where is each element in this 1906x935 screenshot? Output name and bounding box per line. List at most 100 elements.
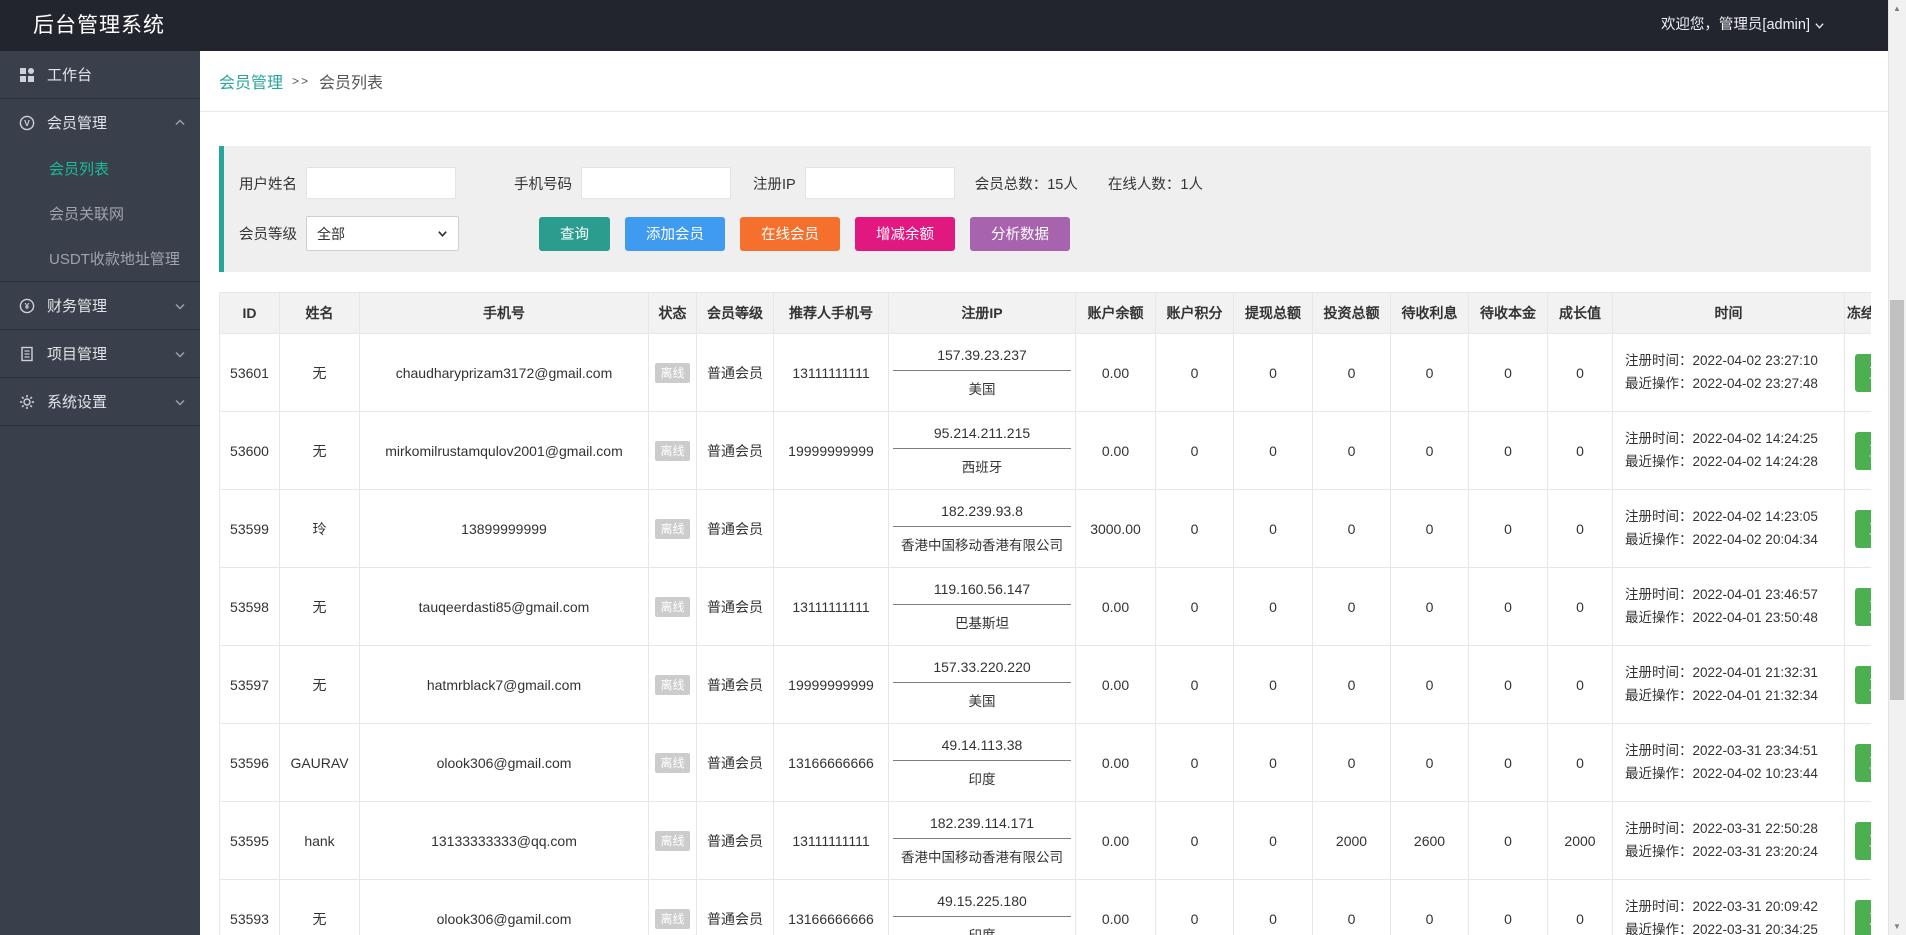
sidebar-item-label: 会员管理 (47, 115, 108, 132)
sidebar-item-system-settings[interactable]: 系统设置 (0, 378, 200, 425)
sidebar-item-project-management[interactable]: 项目管理 (0, 330, 200, 377)
phone-input[interactable] (581, 167, 731, 199)
cell-withdrawal-total: 0 (1233, 645, 1313, 724)
cell-phone: tauqeerdasti85@gmail.com (359, 567, 649, 646)
status-action-button[interactable]: 正常 (1855, 899, 1871, 935)
status-action-button[interactable]: 正常 (1855, 353, 1871, 392)
last-operation-value: 2022-04-02 20:04:34 (1692, 531, 1818, 547)
column-header-9: 账户积分 (1155, 292, 1234, 334)
sidebar-item-member-network[interactable]: 会员关联网 (0, 191, 200, 236)
status-action-button[interactable]: 正常 (1855, 665, 1871, 704)
ip-link[interactable]: 157.39.23.237 (893, 347, 1071, 371)
cell-withdrawal-total: 0 (1233, 333, 1313, 412)
chevron-down-icon (1815, 23, 1824, 29)
register-time-label: 注册时间： (1625, 898, 1693, 914)
online-count-stat: 在线人数：1人 (1107, 176, 1203, 193)
cell-points: 0 (1155, 645, 1234, 724)
cell-pending-interest: 0 (1390, 879, 1469, 935)
sidebar-item-usdt-address[interactable]: USDT收款地址管理 (0, 236, 200, 281)
cell-name: 无 (279, 567, 360, 646)
cell-growth: 2000 (1547, 801, 1613, 880)
cell-balance: 0.00 (1075, 801, 1156, 880)
member-level-select[interactable]: 全部 (306, 216, 459, 251)
cell-phone: mirkomilrustamqulov2001@gmail.com (359, 411, 649, 490)
cell-frozen-action: 正常 (1844, 333, 1871, 412)
username-input[interactable] (306, 167, 456, 199)
cell-growth: 0 (1547, 645, 1613, 724)
ip-location: 印度 (968, 772, 996, 787)
column-header-10: 提现总额 (1233, 292, 1313, 334)
sidebar-item-member-management[interactable]: V 会员管理 (0, 99, 200, 146)
register-time-value: 2022-04-02 14:23:05 (1692, 508, 1818, 524)
ip-link[interactable]: 119.160.56.147 (893, 581, 1071, 605)
cell-frozen-action: 正常 (1844, 489, 1871, 568)
member-total-stat: 会员总数：15人 (974, 176, 1078, 193)
table-row: 53598 无 tauqeerdasti85@gmail.com 离线 普通会员… (219, 567, 1871, 646)
cell-phone: olook306@gmail.com (359, 723, 649, 802)
cell-withdrawal-total: 0 (1233, 489, 1313, 568)
register-ip-input[interactable] (804, 167, 955, 199)
ip-link[interactable]: 49.14.113.38 (893, 737, 1071, 761)
add-member-button[interactable]: 添加会员 (625, 216, 725, 251)
project-icon (18, 346, 36, 362)
chevron-down-icon (174, 300, 186, 312)
register-time-label: 注册时间： (1625, 586, 1693, 602)
filter-buttons: 查询 添加会员 在线会员 增减余额 分析数据 (539, 216, 1070, 251)
last-operation-value: 2022-04-02 14:24:28 (1692, 453, 1818, 469)
sidebar-subitem-label: 会员列表 (49, 161, 110, 178)
cell-id: 53597 (219, 645, 280, 724)
online-members-button[interactable]: 在线会员 (740, 216, 840, 251)
column-header-15: 时间 (1612, 292, 1845, 334)
last-operation-label: 最近操作： (1625, 843, 1693, 859)
analyze-data-button[interactable]: 分析数据 (970, 216, 1070, 251)
ip-link[interactable]: 95.214.211.215 (893, 425, 1071, 449)
sidebar-item-finance-management[interactable]: ¥ 财务管理 (0, 282, 200, 329)
cell-frozen-action: 正常 (1844, 879, 1871, 935)
breadcrumb-section-link[interactable]: 会员管理 (219, 69, 283, 93)
adjust-balance-button[interactable]: 增减余额 (855, 216, 955, 251)
sidebar-item-workbench[interactable]: 工作台 (0, 51, 200, 98)
status-action-button[interactable]: 正常 (1855, 587, 1871, 626)
column-header-8: 账户余额 (1075, 292, 1156, 334)
cell-withdrawal-total: 0 (1233, 411, 1313, 490)
vertical-scrollbar[interactable]: ▲ ▼ (1888, 0, 1906, 935)
cell-name: 无 (279, 645, 360, 724)
table-row: 53597 无 hatmrblack7@gmail.com 离线 普通会员 19… (219, 645, 1871, 724)
cell-points: 0 (1155, 723, 1234, 802)
cell-pending-interest: 0 (1390, 489, 1469, 568)
cell-frozen-action: 正常 (1844, 801, 1871, 880)
cell-pending-interest: 0 (1390, 723, 1469, 802)
register-time-value: 2022-03-31 20:09:42 (1692, 898, 1818, 914)
cell-referrer (773, 489, 889, 568)
scrollbar-down-arrow[interactable]: ▼ (1889, 918, 1905, 935)
cell-withdrawal-total: 0 (1233, 723, 1313, 802)
cell-referrer: 13111111111 (773, 801, 889, 880)
scrollbar-thumb[interactable] (1890, 300, 1904, 700)
status-action-button[interactable]: 正常 (1855, 743, 1871, 782)
cell-level: 普通会员 (696, 333, 774, 412)
sidebar-item-member-list[interactable]: 会员列表 (0, 146, 200, 191)
ip-link[interactable]: 49.15.225.180 (893, 893, 1071, 917)
cell-status: 离线 (648, 333, 697, 412)
ip-link[interactable]: 157.33.220.220 (893, 659, 1071, 683)
status-action-button[interactable]: 正常 (1855, 509, 1871, 548)
status-action-button[interactable]: 正常 (1855, 431, 1871, 470)
cell-id: 53600 (219, 411, 280, 490)
sidebar-item-label: 项目管理 (47, 346, 108, 363)
ip-location: 美国 (968, 694, 996, 709)
breadcrumb-page: 会员列表 (319, 75, 384, 92)
query-button[interactable]: 查询 (539, 216, 610, 251)
cell-referrer: 13111111111 (773, 567, 889, 646)
chevron-up-icon (174, 117, 186, 129)
ip-link[interactable]: 182.239.93.8 (893, 503, 1071, 527)
status-action-button[interactable]: 正常 (1855, 821, 1871, 860)
scrollbar-up-arrow[interactable]: ▲ (1889, 0, 1905, 17)
register-time-value: 2022-04-02 14:24:25 (1692, 430, 1818, 446)
column-header-5: 会员等级 (696, 292, 774, 334)
cell-referrer: 19999999999 (773, 645, 889, 724)
user-menu[interactable]: 欢迎您，管理员[admin] (1661, 0, 1825, 51)
register-time-label: 注册时间： (1625, 508, 1693, 524)
last-operation-value: 2022-04-02 10:23:44 (1692, 765, 1818, 781)
ip-link[interactable]: 182.239.114.171 (893, 815, 1071, 839)
status-badge: 离线 (655, 830, 690, 851)
